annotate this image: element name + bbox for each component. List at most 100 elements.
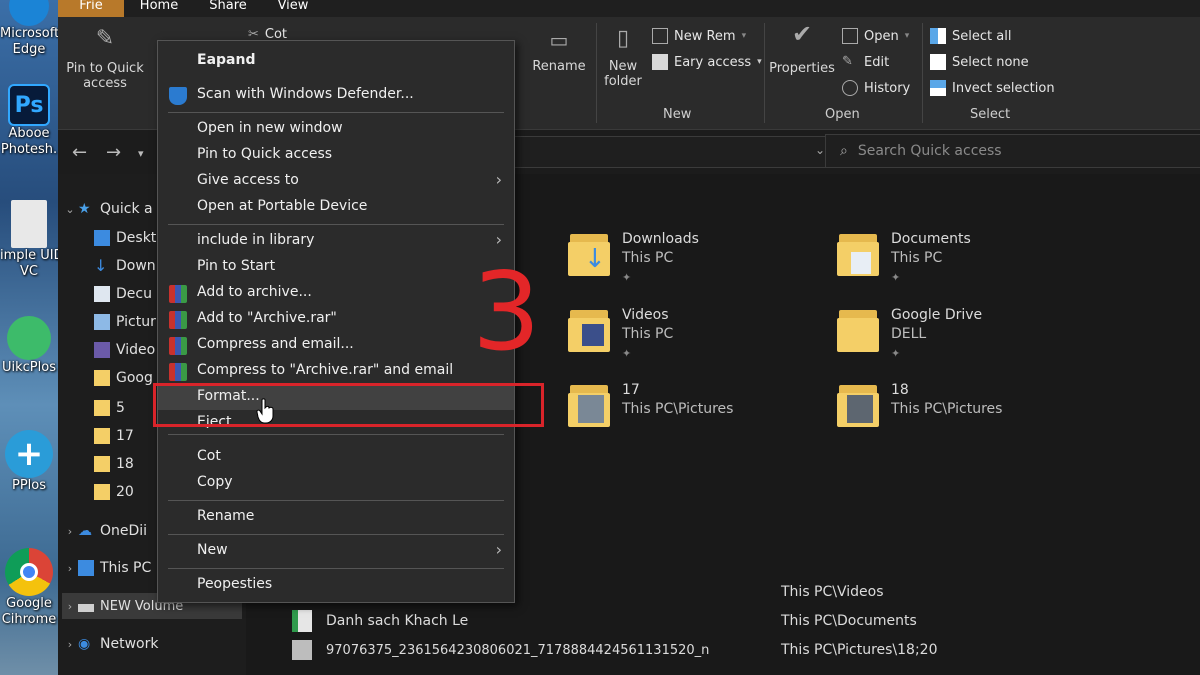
drive-icon [78, 604, 94, 612]
nav-label: Deskt [116, 230, 157, 246]
open-button[interactable]: Open ▾ [842, 28, 909, 44]
pin-quick-access-label: Pin to Quick access [66, 61, 144, 91]
pin-quick-access-button[interactable]: ✎ Pin to Quick access [62, 28, 148, 92]
forward-arrow-icon[interactable]: → [106, 142, 121, 163]
pin-icon: ✦ [891, 347, 901, 360]
history-button[interactable]: History [842, 80, 910, 96]
menu-item-rename[interactable]: Rename [158, 504, 514, 530]
recent-file-location: This PC\Videos [781, 584, 884, 600]
menu-item-add-archive[interactable]: Add to archive... [158, 280, 514, 306]
plus-icon: + [5, 430, 53, 478]
new-item-button[interactable]: New Rem ▾ [652, 28, 746, 44]
edit-button[interactable]: ✎ Edit [842, 54, 889, 70]
nav-quick-access[interactable]: ⌄ ★ Quick a [62, 196, 152, 222]
back-arrow-icon[interactable]: ← [72, 142, 87, 163]
easy-access-button[interactable]: Eary access ▾ [652, 54, 762, 70]
address-bar[interactable]: ⌄ ⇧ [513, 136, 870, 168]
menu-item-give-access[interactable]: Give access to › [158, 168, 514, 194]
cloud-icon: ☁ [78, 523, 92, 539]
ribbon-separator [596, 23, 597, 123]
menu-item-open-portable[interactable]: Open at Portable Device [158, 194, 514, 220]
menu-item-label: Compress to "Archive.rar" and email [197, 362, 454, 378]
menu-item-pin-quick-access[interactable]: Pin to Quick access [158, 142, 514, 168]
nav-label: Down [116, 258, 156, 274]
recent-file-name: 97076375_2361564230806021_71788844245611… [326, 642, 710, 658]
new-folder-button[interactable]: ▯ New folder [600, 26, 646, 90]
menu-item-add-archive-rar[interactable]: Add to "Archive.rar" [158, 306, 514, 332]
folder-icon [94, 456, 110, 472]
tab-view[interactable]: View [272, 0, 314, 17]
folder-tile[interactable]: 17 This PC\Pictures [568, 381, 733, 429]
nav-item-pictures[interactable]: Pictur [94, 309, 156, 335]
desktop-icon-photoshop[interactable]: Ps Abooe Photesh. [0, 84, 58, 158]
folder-tile[interactable]: Google Drive DELL ✦ [837, 306, 982, 363]
nav-label: This PC [100, 560, 152, 576]
tab-home[interactable]: Home [134, 0, 184, 17]
desktop-icon-uikcplos[interactable]: UikcPlos [0, 316, 58, 376]
select-all-button[interactable]: Select all [930, 28, 1011, 44]
desktop-icon-pplos[interactable]: + PPlos [0, 430, 58, 494]
invert-selection-button[interactable]: Invect selection [930, 80, 1055, 96]
nav-item-downloads[interactable]: ↓ Down [94, 253, 156, 279]
desktop-icon-chrome[interactable]: Google Cihrome [0, 548, 58, 628]
nav-item-folder[interactable]: 17 [94, 423, 134, 449]
folder-icon [94, 484, 110, 500]
folder-location: This PC [891, 250, 943, 266]
nav-network[interactable]: › ◉ Network [62, 631, 159, 657]
nav-item-folder[interactable]: 5 [94, 395, 125, 421]
tab-share[interactable]: Share [204, 0, 252, 17]
nav-item-videos[interactable]: Video [94, 337, 155, 363]
menu-item-compress-email[interactable]: Compress and email... [158, 332, 514, 358]
search-input[interactable]: ⌕ Search Quick access [825, 134, 1200, 168]
folder-location: This PC\Pictures [622, 401, 734, 417]
folder-tile[interactable]: Videos This PC ✦ [568, 306, 673, 363]
folder-tile[interactable]: 18 This PC\Pictures [837, 381, 1002, 429]
folder-tile[interactable]: ↓ Downloads This PC ✦ [568, 230, 699, 287]
star-icon: ★ [78, 201, 91, 217]
recent-file-row[interactable]: Danh sach Khach Le [292, 610, 468, 632]
desktop-icon-file[interactable]: imple UID VC [0, 200, 58, 280]
photoshop-icon: Ps [8, 84, 50, 126]
desktop-icon-edge[interactable]: Microsoft Edge [0, 0, 58, 58]
nav-item-folder[interactable]: 18 [94, 451, 134, 477]
rename-button[interactable]: ▭ Rename [532, 30, 586, 74]
new-item-icon [652, 28, 668, 44]
menu-item-label: Compress and email... [197, 336, 354, 352]
chevron-down-icon[interactable]: ⌄ [815, 143, 825, 157]
chevron-right-icon: › [67, 599, 73, 613]
document-icon [11, 200, 47, 248]
menu-item-copy[interactable]: Copy [158, 470, 514, 496]
pin-icon: ✦ [891, 271, 901, 284]
menu-item-cut[interactable]: Cot [158, 444, 514, 470]
new-folder-icon: ▯ [616, 26, 630, 51]
properties-label: Properties [769, 61, 835, 76]
nav-label: Goog [116, 370, 153, 386]
nav-item-folder[interactable]: 20 [94, 479, 134, 505]
desktop-strip: Microsoft Edge Ps Abooe Photesh. imple U… [0, 0, 58, 675]
folder-tile[interactable]: Documents This PC ✦ [837, 230, 971, 287]
menu-item-properties[interactable]: Peopesties [158, 572, 514, 598]
menu-item-open-new-window[interactable]: Open in new window [158, 116, 514, 142]
menu-item-label: Eapand [197, 52, 256, 68]
tab-file[interactable]: Frie [58, 0, 124, 17]
nav-item-documents[interactable]: Decu [94, 281, 152, 307]
recent-locations-chevron-icon[interactable]: ▾ [138, 147, 144, 160]
desktop-icon-label: Photesh. [0, 142, 58, 157]
menu-item-new[interactable]: New › [158, 538, 514, 564]
chevron-right-icon: › [495, 230, 502, 249]
select-none-icon [930, 54, 946, 70]
select-all-label: Select all [952, 28, 1012, 44]
nav-onedrive[interactable]: › ☁ OneDii [62, 518, 147, 544]
menu-item-pin-start[interactable]: Pin to Start [158, 254, 514, 280]
menu-item-scan[interactable]: Scan with Windows Defender... [158, 82, 514, 108]
menu-item-expand[interactable]: Eapand [158, 48, 514, 74]
pictures-icon [94, 314, 110, 330]
menu-item-compress-rar-email[interactable]: Compress to "Archive.rar" and email [158, 358, 514, 384]
nav-this-pc[interactable]: › This PC [62, 555, 151, 581]
properties-button[interactable]: ✔ Properties [768, 22, 836, 76]
nav-item-google-drive[interactable]: Goog [94, 365, 153, 391]
nav-item-desktop[interactable]: Deskt [94, 225, 156, 251]
select-none-button[interactable]: Select none [930, 54, 1029, 70]
recent-file-row[interactable]: 97076375_2361564230806021_71788844245611… [292, 640, 709, 660]
menu-item-include-library[interactable]: include in library › [158, 228, 514, 254]
